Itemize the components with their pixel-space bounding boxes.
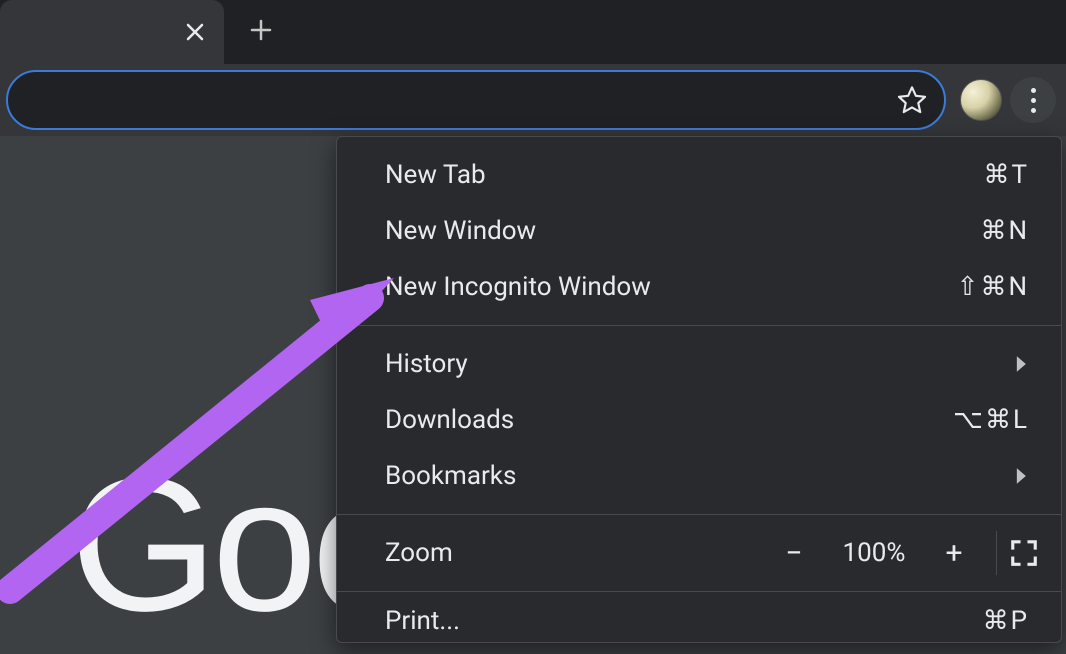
menu-item-label: Print...: [385, 606, 460, 636]
tab-strip: [0, 0, 1066, 64]
menu-bookmarks[interactable]: Bookmarks: [337, 448, 1061, 504]
menu-item-label: History: [385, 349, 468, 379]
plus-icon: [249, 15, 273, 50]
divider: [996, 531, 997, 575]
profile-avatar[interactable]: [960, 79, 1002, 121]
zoom-controls: − 100% +: [453, 531, 1039, 575]
menu-item-shortcut: ⌘T: [983, 160, 1029, 190]
menu-history[interactable]: History: [337, 336, 1061, 392]
menu-separator: [337, 514, 1061, 515]
menu-item-shortcut: ⌘P: [983, 606, 1029, 636]
menu-item-label: Downloads: [385, 405, 514, 435]
menu-item-label: New Tab: [385, 160, 486, 190]
browser-tab[interactable]: [0, 0, 224, 64]
menu-item-shortcut: ⌥⌘L: [953, 405, 1029, 435]
browser-menu-button[interactable]: [1010, 77, 1056, 123]
menu-item-label: New Incognito Window: [385, 272, 651, 302]
new-tab-button[interactable]: [236, 7, 286, 57]
menu-new-incognito[interactable]: New Incognito Window ⇧⌘N: [337, 259, 1061, 315]
menu-item-label: Bookmarks: [385, 461, 516, 491]
zoom-value: 100%: [824, 538, 924, 568]
fullscreen-icon[interactable]: [1009, 538, 1039, 568]
browser-main-menu: New Tab ⌘T New Window ⌘N New Incognito W…: [336, 136, 1062, 643]
menu-downloads[interactable]: Downloads ⌥⌘L: [337, 392, 1061, 448]
zoom-in-button[interactable]: +: [924, 536, 984, 571]
browser-toolbar: [0, 64, 1066, 136]
menu-zoom-row: Zoom − 100% +: [337, 525, 1061, 581]
menu-separator: [337, 591, 1061, 592]
zoom-label: Zoom: [385, 538, 453, 568]
menu-new-window[interactable]: New Window ⌘N: [337, 203, 1061, 259]
menu-item-label: New Window: [385, 216, 536, 246]
address-bar[interactable]: [6, 70, 946, 130]
chevron-right-icon: [1015, 467, 1029, 485]
menu-item-shortcut: ⇧⌘N: [957, 272, 1029, 302]
menu-new-tab[interactable]: New Tab ⌘T: [337, 147, 1061, 203]
menu-item-shortcut: ⌘N: [980, 216, 1029, 246]
bookmark-star-icon[interactable]: [896, 84, 928, 116]
chevron-right-icon: [1015, 355, 1029, 373]
menu-print[interactable]: Print... ⌘P: [337, 602, 1061, 642]
kebab-icon: [1031, 88, 1036, 113]
close-icon[interactable]: [184, 21, 206, 43]
menu-separator: [337, 325, 1061, 326]
zoom-out-button[interactable]: −: [764, 536, 824, 571]
